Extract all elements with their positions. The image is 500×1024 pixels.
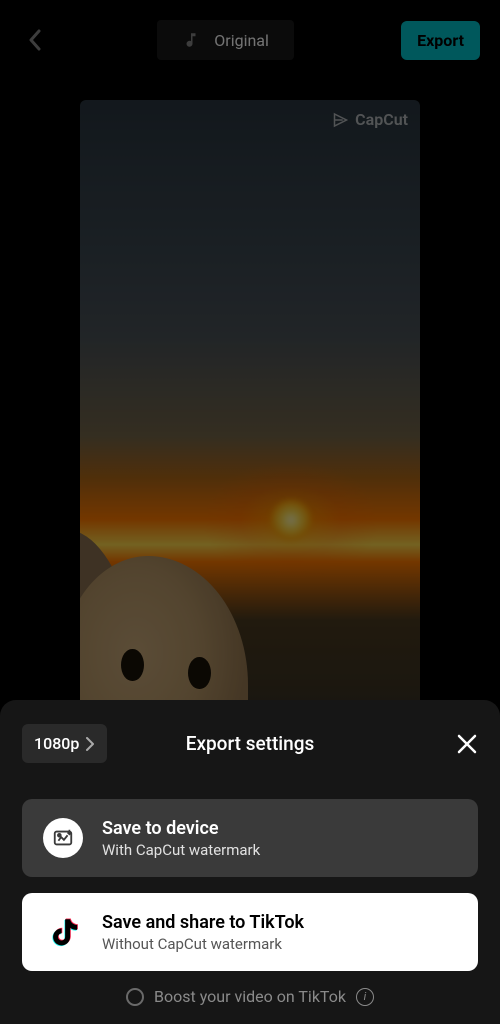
- save-to-device-option[interactable]: Save to device With CapCut watermark: [22, 799, 478, 877]
- panel-header: 1080p Export settings: [22, 724, 478, 763]
- panel-title: Export settings: [186, 732, 315, 755]
- resolution-selector[interactable]: 1080p: [22, 724, 107, 763]
- save-share-tiktok-option[interactable]: Save and share to TikTok Without CapCut …: [22, 893, 478, 971]
- boost-tiktok-option[interactable]: Boost your video on TikTok i: [22, 987, 478, 1006]
- capcut-logo-icon: [333, 112, 351, 128]
- sound-selector[interactable]: Original: [157, 20, 294, 60]
- option-text: Save and share to TikTok Without CapCut …: [102, 912, 304, 953]
- option-title: Save to device: [102, 818, 260, 839]
- capcut-watermark: CapCut: [333, 110, 408, 129]
- option-title: Save and share to TikTok: [102, 912, 304, 933]
- watermark-text: CapCut: [355, 110, 408, 129]
- radio-icon: [126, 988, 144, 1006]
- option-subtitle: With CapCut watermark: [102, 841, 260, 859]
- export-label: Export: [417, 31, 464, 50]
- sound-label: Original: [214, 31, 269, 50]
- preview-sun: [271, 500, 311, 540]
- close-button[interactable]: [456, 733, 478, 755]
- tiktok-icon: [42, 911, 84, 953]
- music-icon: [182, 31, 200, 49]
- back-button[interactable]: [20, 25, 50, 55]
- boost-label: Boost your video on TikTok: [154, 987, 346, 1006]
- option-text: Save to device With CapCut watermark: [102, 818, 260, 859]
- info-icon[interactable]: i: [356, 988, 374, 1006]
- save-device-icon: [42, 817, 84, 859]
- export-button[interactable]: Export: [401, 21, 480, 60]
- resolution-value: 1080p: [34, 734, 79, 753]
- close-icon: [456, 733, 478, 755]
- chevron-right-icon: [85, 737, 95, 751]
- option-subtitle: Without CapCut watermark: [102, 935, 304, 953]
- export-settings-panel: 1080p Export settings Save to device Wit…: [0, 700, 500, 1024]
